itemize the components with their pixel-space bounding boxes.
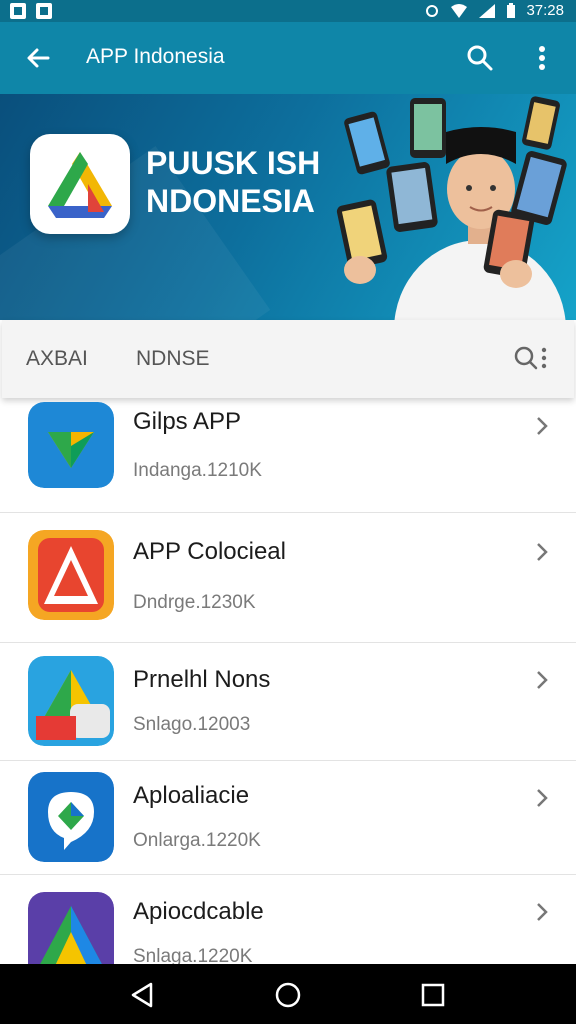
app-bar-title: APP Indonesia xyxy=(86,45,225,68)
filter-tab-2[interactable]: NDNSE xyxy=(136,347,210,371)
signal-icon xyxy=(479,3,496,18)
chevron-right-icon xyxy=(537,417,548,435)
notification-icon xyxy=(10,3,26,19)
wifi-icon xyxy=(451,3,468,18)
app-bar: APP Indonesia xyxy=(0,22,576,94)
list-item[interactable]: APP Colocieal Dndrge.1230K xyxy=(0,512,576,643)
banner-hero-image xyxy=(336,96,567,320)
list-item[interactable]: Gilps APP Indanga.1210K xyxy=(0,398,576,513)
system-nav-bar xyxy=(0,964,576,1024)
app-subtitle: Indanga.1210K xyxy=(133,460,262,481)
status-notifications xyxy=(10,3,52,19)
banner-logo xyxy=(30,134,130,234)
nav-back-icon[interactable] xyxy=(127,980,157,1010)
filter-bar: AXBAI NDNSE xyxy=(2,320,574,398)
promo-banner[interactable]: PUUSK ISH NDONESIA xyxy=(0,94,576,320)
app-subtitle: Snlaga.1220K xyxy=(133,946,253,964)
app-subtitle: Dndrge.1230K xyxy=(133,592,256,613)
status-right: 37:28 xyxy=(424,2,564,19)
search-icon[interactable] xyxy=(464,42,496,74)
chevron-right-icon xyxy=(537,543,548,561)
app-list: Gilps APP Indanga.1210K APP Colocieal Dn… xyxy=(0,398,576,964)
chevron-right-icon xyxy=(537,903,548,921)
app-subtitle: Snlago.12003 xyxy=(133,714,251,735)
list-item[interactable]: Aploaliacie Onlarga.1220K xyxy=(0,760,576,875)
banner-headline-line-1: PUUSK ISH xyxy=(146,145,321,181)
chevron-right-icon xyxy=(537,671,548,689)
notification-icon xyxy=(36,3,52,19)
app-name: APP Colocieal xyxy=(133,538,286,565)
app-icon xyxy=(28,772,114,862)
list-item[interactable]: Apiocdcable Snlaga.1220K xyxy=(0,874,576,964)
app-name: Gilps APP xyxy=(133,408,242,435)
back-arrow-icon[interactable] xyxy=(22,42,54,74)
filter-search-icon[interactable] xyxy=(510,342,550,376)
banner-headline: PUUSK ISH NDONESIA xyxy=(146,144,320,220)
vibrate-icon xyxy=(426,4,439,17)
app-name: Apiocdcable xyxy=(133,898,264,925)
app-name: Prnelhl Nons xyxy=(133,666,271,693)
nav-recents-icon[interactable] xyxy=(418,980,448,1010)
nav-home-icon[interactable] xyxy=(273,980,303,1010)
app-icon xyxy=(28,656,114,746)
filter-tab-1[interactable]: AXBAI xyxy=(26,347,88,371)
app-subtitle: Onlarga.1220K xyxy=(133,830,261,851)
app-icon xyxy=(28,530,114,620)
list-item[interactable]: Prnelhl Nons Snlago.12003 xyxy=(0,642,576,761)
battery-icon xyxy=(507,2,516,18)
app-icon xyxy=(28,892,114,964)
drive-logo-icon xyxy=(48,152,112,218)
app-name: Aploaliacie xyxy=(133,782,250,809)
banner-headline-line-2: NDONESIA xyxy=(146,183,315,219)
more-vert-icon[interactable] xyxy=(528,42,556,74)
app-icon xyxy=(28,402,114,488)
status-bar: 37:28 xyxy=(0,0,576,22)
status-time: 37:28 xyxy=(526,2,564,19)
chevron-right-icon xyxy=(537,789,548,807)
